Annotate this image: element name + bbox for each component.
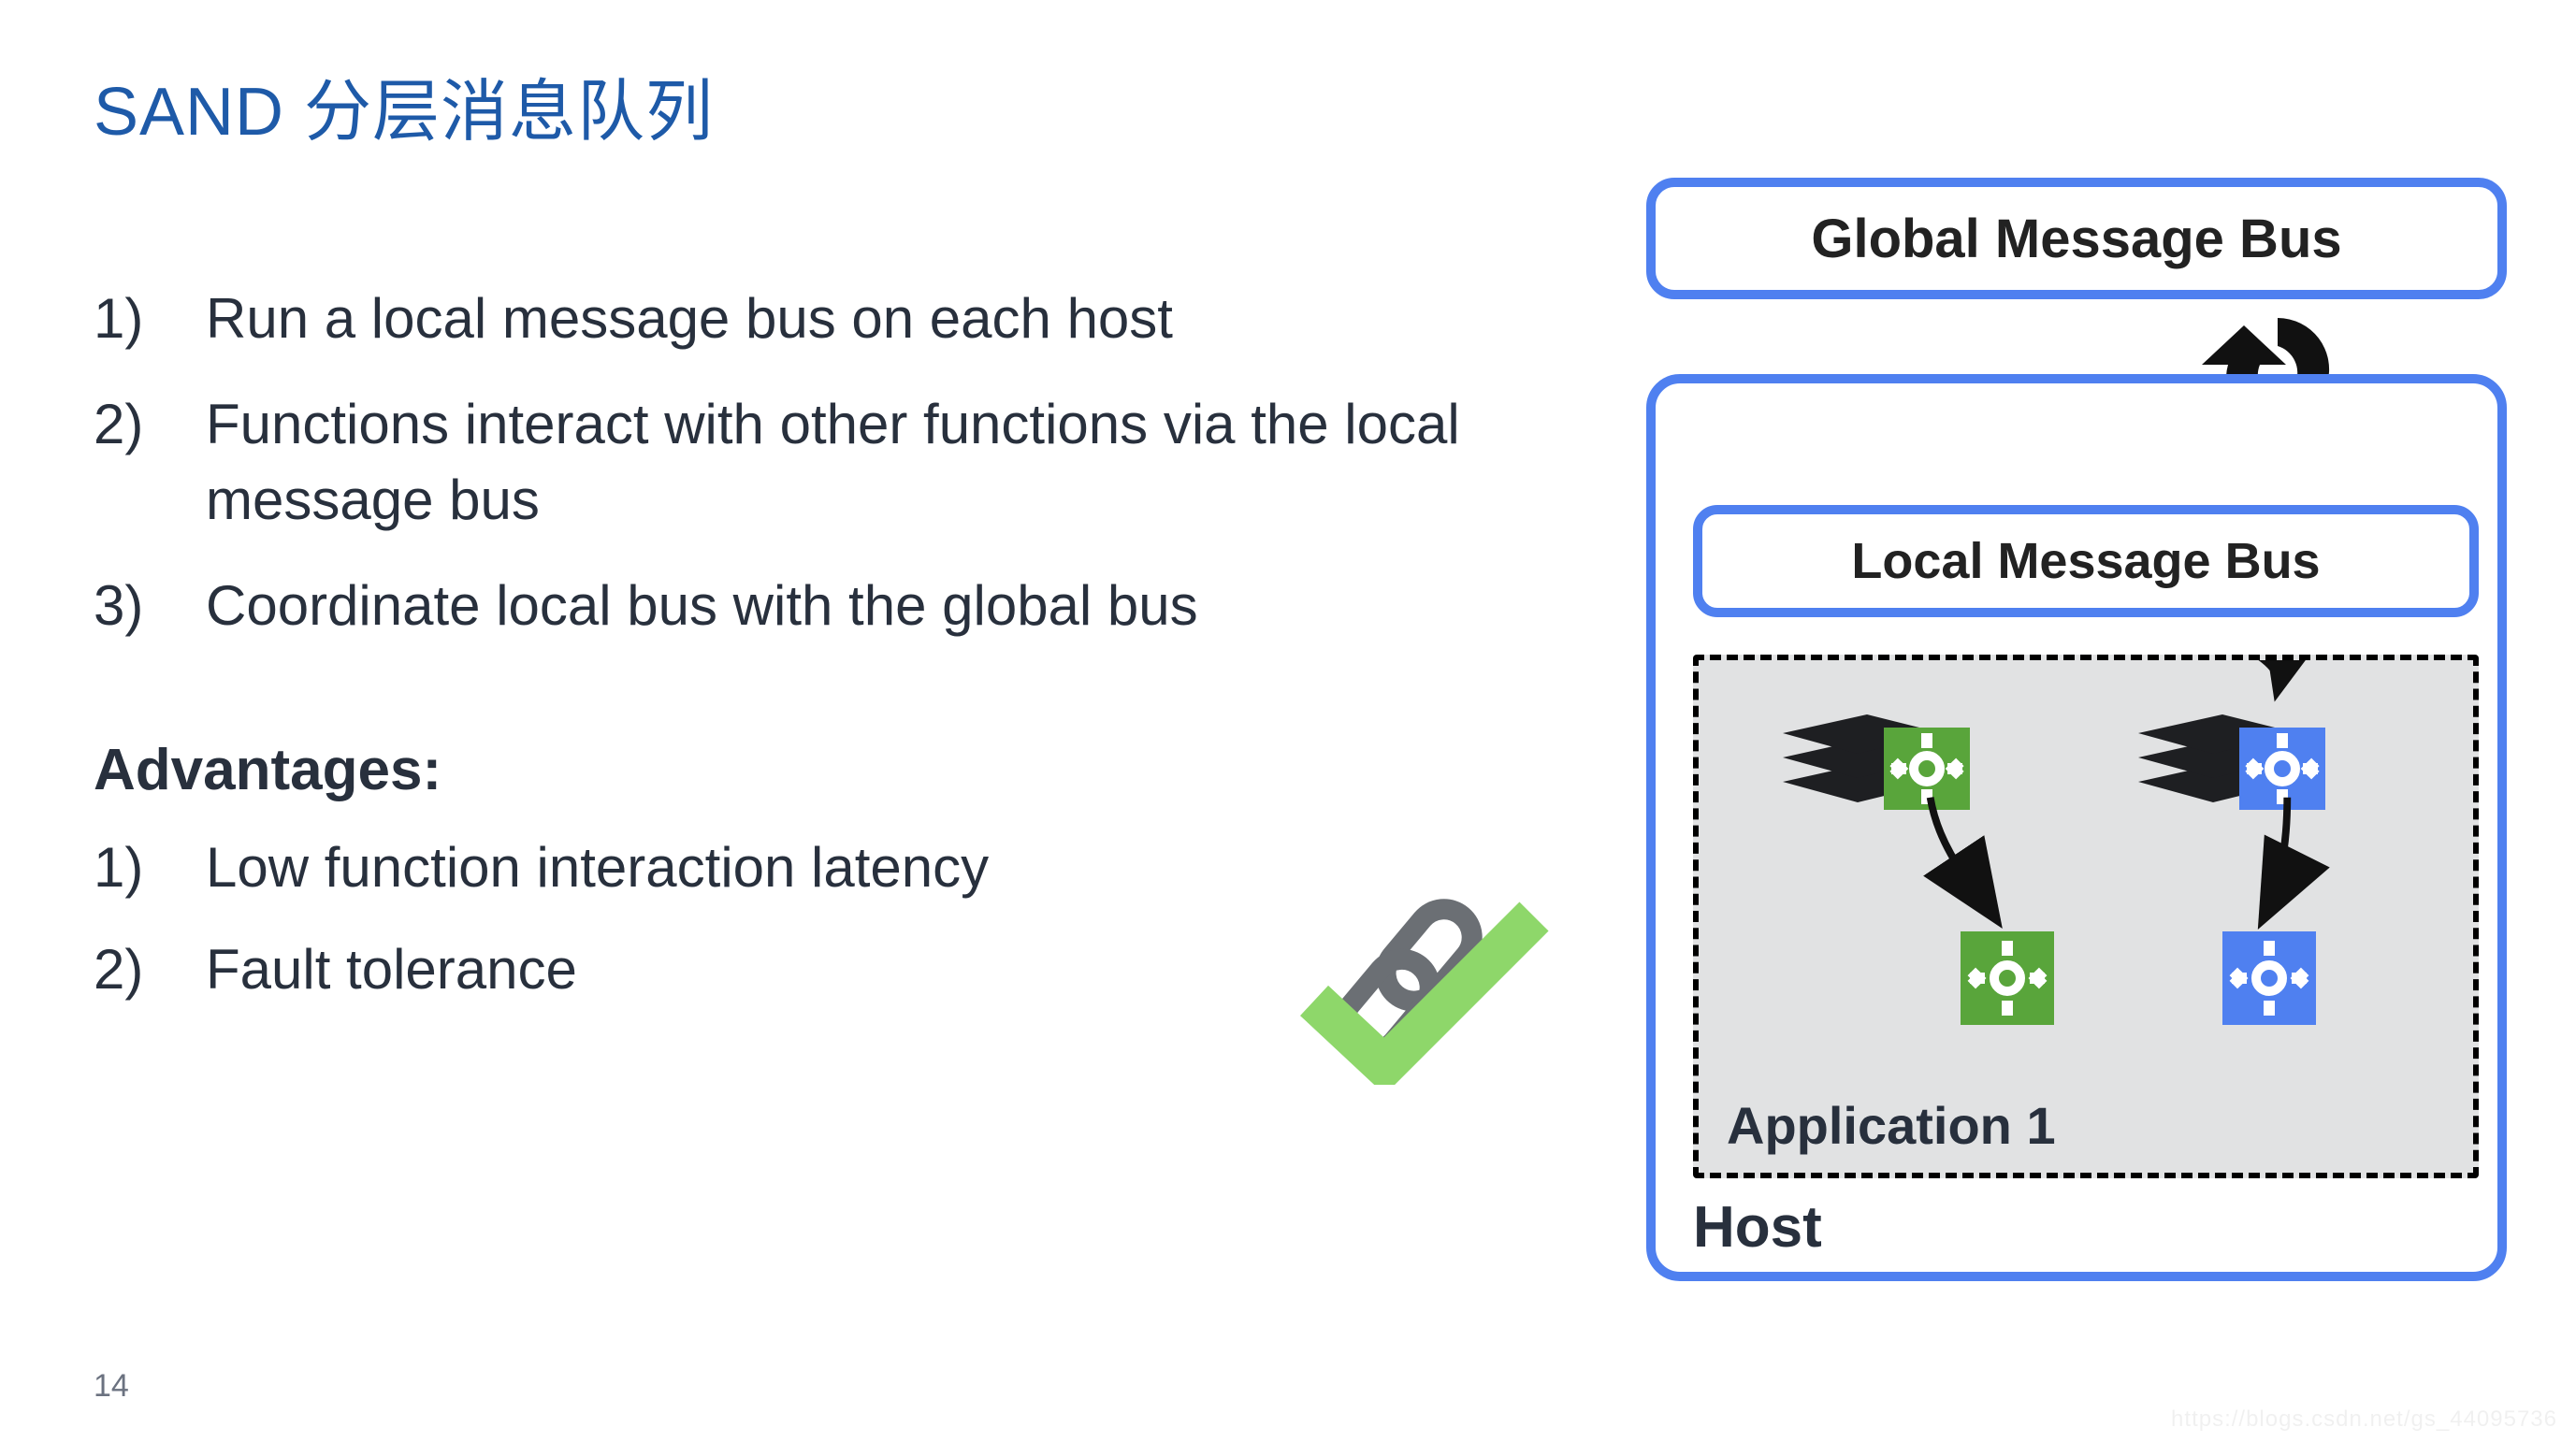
list-item: Low function interaction latency: [94, 829, 1497, 905]
advantages-header: Advantages:: [94, 737, 1497, 803]
advantage-text: Low function interaction latency: [206, 836, 989, 899]
server-stack-icon: [2129, 698, 2335, 815]
gear-icon: [1961, 931, 2054, 1030]
slide-title: SAND 分层消息队列: [94, 56, 714, 154]
main-points-list: Run a local message bus on each host Fun…: [94, 281, 1497, 643]
checkmark-chain-icon: [1300, 879, 1562, 1089]
point-text: Functions interact with other functions …: [206, 393, 1460, 531]
list-item: Coordinate local bus with the global bus: [94, 568, 1497, 643]
advantage-text: Fault tolerance: [206, 938, 577, 1001]
host-label: Host: [1693, 1194, 1822, 1261]
list-item: Functions interact with other functions …: [94, 386, 1497, 538]
global-bus-box: Global Message Bus: [1646, 178, 2507, 299]
server-stack-icon: [1773, 698, 1979, 815]
local-bus-label: Local Message Bus: [1851, 532, 2320, 590]
list-item: Run a local message bus on each host: [94, 281, 1497, 356]
diagram: Global Message Bus Local Message Bus: [1571, 178, 2507, 1319]
list-item: Fault tolerance: [94, 931, 1497, 1007]
gear-icon: [2222, 931, 2316, 1030]
host-box: Local Message Bus: [1646, 374, 2507, 1281]
point-text: Run a local message bus on each host: [206, 287, 1173, 350]
application-box: Application 1: [1693, 655, 2479, 1178]
application-label: Application 1: [1727, 1095, 2056, 1156]
content-area: Run a local message bus on each host Fun…: [94, 281, 1497, 1033]
advantages-list: Low function interaction latency Fault t…: [94, 829, 1497, 1007]
local-bus-box: Local Message Bus: [1693, 505, 2479, 617]
global-bus-label: Global Message Bus: [1811, 208, 2341, 270]
slide: SAND 分层消息队列 Run a local message bus on e…: [0, 0, 2576, 1442]
page-number: 14: [94, 1368, 129, 1405]
point-text: Coordinate local bus with the global bus: [206, 574, 1198, 637]
watermark: https://blogs.csdn.net/gs_44095736: [2171, 1406, 2557, 1433]
